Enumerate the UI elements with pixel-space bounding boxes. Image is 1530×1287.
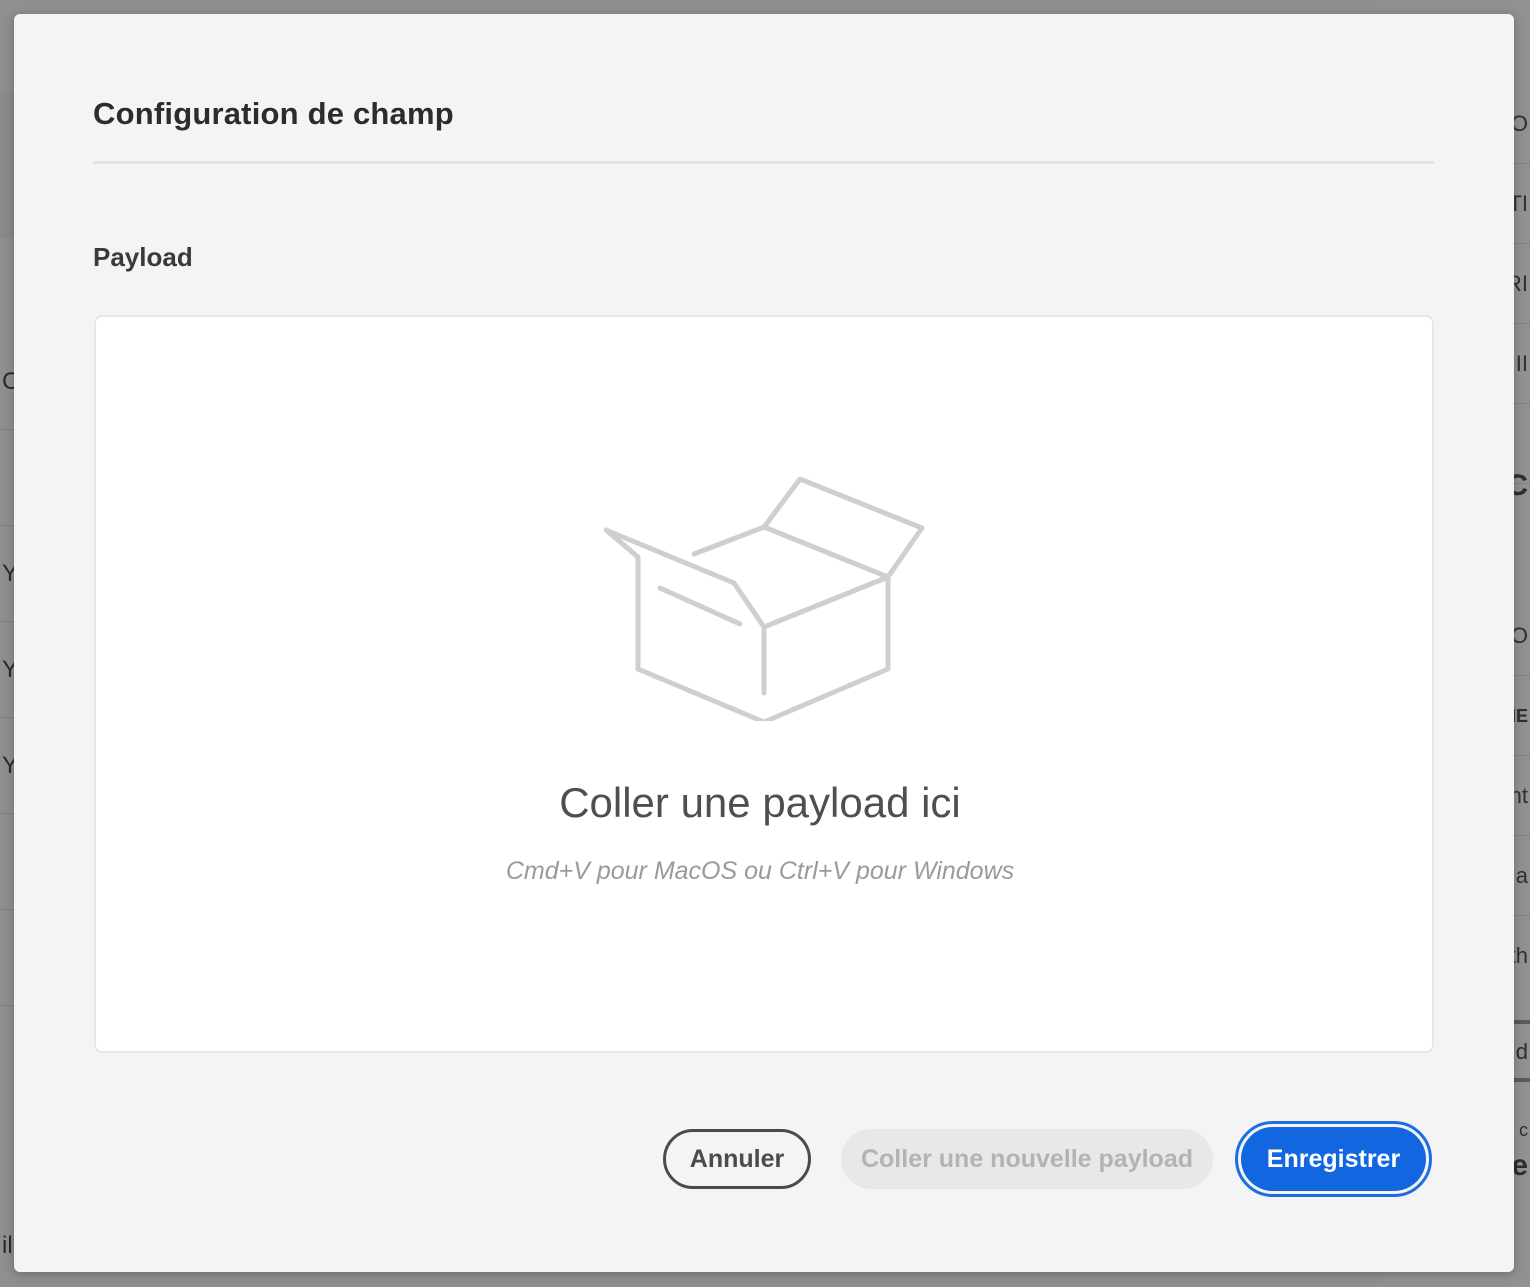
background-row	[0, 910, 14, 1006]
background-row: YP	[0, 622, 14, 718]
paste-new-payload-button[interactable]: Coller une nouvelle payload	[841, 1129, 1213, 1189]
save-button[interactable]: Enregistrer	[1241, 1127, 1426, 1191]
background-row	[0, 814, 14, 910]
background-row: YP	[0, 718, 14, 814]
dialog-divider	[93, 161, 1434, 164]
cancel-button[interactable]: Annuler	[663, 1129, 811, 1189]
dialog-title: Configuration de champ	[93, 96, 454, 131]
background-row	[0, 430, 14, 526]
background-row: il	[0, 1198, 14, 1287]
drop-zone-hint: Cmd+V pour MacOS ou Ctrl+V pour Windows	[505, 857, 1015, 885]
background-row: C	[0, 334, 14, 430]
field-configuration-dialog: Configuration de champ Payload Coller un…	[14, 14, 1514, 1272]
drop-zone-title: Coller une payload ici	[559, 779, 961, 826]
background-left-panel: C YP YP YP il	[0, 0, 14, 1287]
payload-label: Payload	[93, 242, 193, 272]
open-box-icon	[604, 477, 925, 721]
payload-drop-zone[interactable]: Coller une payload ici Cmd+V pour MacOS …	[94, 315, 1434, 1053]
background-selected-row	[0, 92, 14, 238]
background-row: YP	[0, 526, 14, 622]
